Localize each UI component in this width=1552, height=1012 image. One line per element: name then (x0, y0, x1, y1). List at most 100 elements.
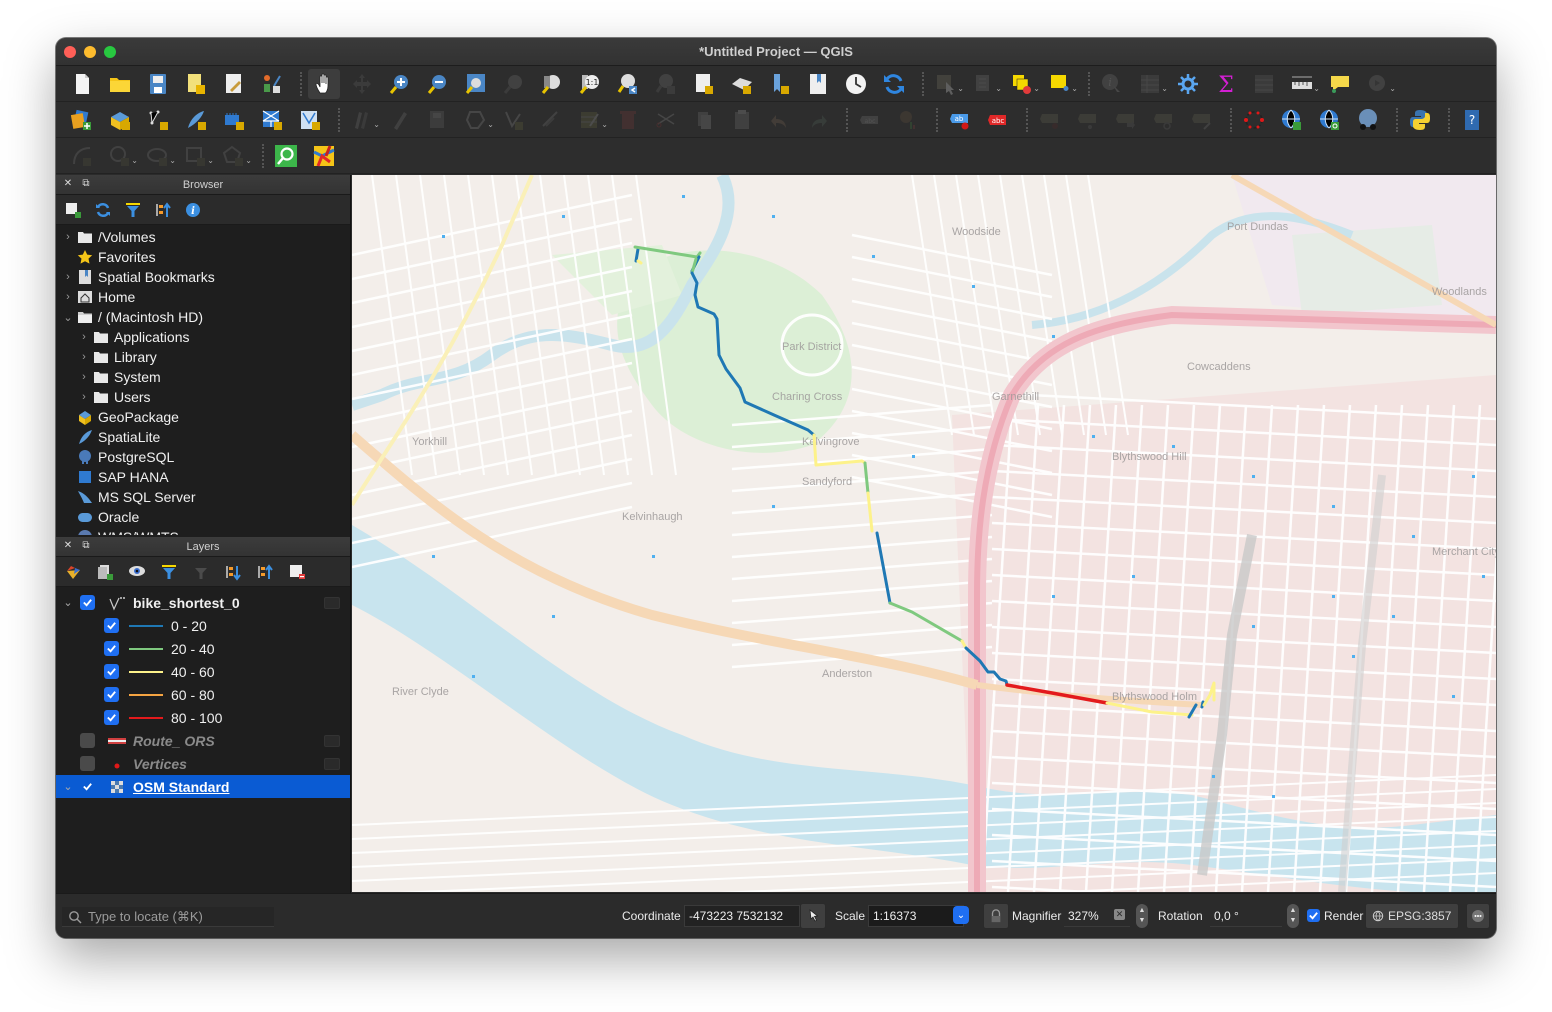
toggle-label-display-button[interactable]: abc (982, 105, 1014, 135)
delete-selected-button[interactable] (612, 105, 644, 135)
browser-item[interactable]: › /Volumes (56, 227, 350, 247)
locator-search-button[interactable] (270, 141, 302, 171)
new-geopackage-layer-button[interactable] (104, 105, 136, 135)
rotation-spinner[interactable]: ▲ ▼ (1287, 904, 1299, 928)
magnifier-spinner[interactable]: ▲ ▼ (1136, 904, 1148, 928)
zoom-out-button[interactable] (422, 69, 454, 99)
add-selected-layers-icon[interactable] (62, 199, 84, 221)
deselect-features-button[interactable]: ⌄ (1006, 69, 1040, 99)
chevron-right-icon[interactable]: › (76, 391, 92, 403)
map-svg[interactable]: Park District Kelvingrove Sandyford Anderst… (352, 175, 1496, 892)
layer-visibility-checkbox[interactable] (80, 779, 95, 794)
new-project-button[interactable] (66, 69, 98, 99)
clear-magnifier-icon[interactable]: ✕ (1114, 909, 1125, 920)
class-visibility-checkbox[interactable] (104, 687, 119, 702)
georeferencer-button[interactable] (1238, 105, 1270, 135)
paste-features-button[interactable] (726, 105, 758, 135)
filter-legend-icon[interactable] (158, 561, 180, 583)
locator-search-box[interactable]: Type to locate (⌘K) (62, 907, 274, 927)
layout-manager-button[interactable] (256, 69, 288, 99)
chevron-right-icon[interactable]: › (76, 331, 92, 343)
add-rectangle-button[interactable]: ⌄ (180, 141, 214, 171)
data-source-manager-button[interactable] (66, 105, 98, 135)
browser-item[interactable]: ⌄ / (Macintosh HD) (56, 307, 350, 327)
map-canvas[interactable]: Park District Kelvingrove Sandyford Anderst… (352, 175, 1496, 892)
toggle-editing-button[interactable] (384, 105, 416, 135)
close-panel-icon[interactable]: ✕ (62, 178, 74, 190)
class-visibility-checkbox[interactable] (104, 710, 119, 725)
browser-item[interactable]: › Library (56, 347, 350, 367)
statistical-summary-button[interactable]: Σ (1210, 69, 1242, 99)
show-bookmarks-button[interactable] (802, 69, 834, 99)
pan-to-selection-button[interactable] (346, 69, 378, 99)
undo-button[interactable] (764, 105, 796, 135)
new-map-view-button[interactable] (688, 69, 720, 99)
layer-row[interactable]: ⌄ OSM Standard (56, 775, 350, 798)
style-manager-button[interactable] (218, 69, 250, 99)
add-group-icon[interactable] (94, 561, 116, 583)
chevron-right-icon[interactable]: › (76, 351, 92, 363)
rotation-field[interactable]: 0,0 ° (1210, 905, 1282, 927)
new-virtual-layer-button[interactable] (256, 105, 288, 135)
collapse-all-icon[interactable] (254, 561, 276, 583)
diagram-options-button[interactable] (892, 105, 924, 135)
manage-visibility-icon[interactable] (126, 561, 148, 583)
browser-item[interactable]: › System (56, 367, 350, 387)
plugin-map-button[interactable] (308, 141, 340, 171)
multi-edit-button[interactable]: ⌄ (574, 105, 608, 135)
expand-all-icon[interactable] (222, 561, 244, 583)
browser-item[interactable]: PostgreSQL (56, 447, 350, 467)
rotate-label-button[interactable] (1148, 105, 1180, 135)
temporal-controller-button[interactable] (840, 69, 872, 99)
layer-visibility-checkbox[interactable] (80, 733, 95, 748)
processing-toolbox-button[interactable] (1172, 69, 1204, 99)
collapse-all-icon[interactable] (152, 199, 174, 221)
actions-button[interactable]: ⌄ (1362, 69, 1396, 99)
zoom-next-button[interactable] (650, 69, 682, 99)
refresh-icon[interactable] (92, 199, 114, 221)
filter-icon[interactable] (122, 199, 144, 221)
map-tips-button[interactable] (1324, 69, 1356, 99)
float-panel-icon[interactable]: ⧉ (80, 178, 92, 190)
class-visibility-checkbox[interactable] (104, 618, 119, 633)
add-polygon-button[interactable]: ⌄ (460, 105, 494, 135)
browser-item[interactable]: › Home (56, 287, 350, 307)
layer-visibility-checkbox[interactable] (80, 595, 95, 610)
browser-item[interactable]: SpatiaLite (56, 427, 350, 447)
scale-dropdown-button[interactable]: ⌄ (953, 906, 969, 924)
digitize-curve-button[interactable] (66, 141, 98, 171)
legend-class-row[interactable]: 20 - 40 (56, 637, 350, 660)
attribute-table-button[interactable]: ⌄ (1134, 69, 1168, 99)
select-features-button[interactable]: ⌄ (930, 69, 964, 99)
current-edits-button[interactable]: ⌄ (346, 105, 380, 135)
change-label-button[interactable] (1186, 105, 1218, 135)
metasearch-button[interactable] (1314, 105, 1346, 135)
layer-visibility-checkbox[interactable] (80, 756, 95, 771)
new-shapefile-layer-button[interactable] (142, 105, 174, 135)
chevron-right-icon[interactable]: › (76, 371, 92, 383)
properties-info-icon[interactable]: i (182, 199, 204, 221)
copy-features-button[interactable] (688, 105, 720, 135)
maximize-window-button[interactable] (104, 46, 116, 58)
close-window-button[interactable] (64, 46, 76, 58)
identify-features-button[interactable]: i (1096, 69, 1128, 99)
new-mesh-layer-button[interactable] (294, 105, 326, 135)
add-circle-button[interactable]: ⌄ (104, 141, 138, 171)
vertex-tool-button[interactable] (498, 105, 530, 135)
legend-class-row[interactable]: 0 - 20 (56, 614, 350, 637)
browse-web-button[interactable] (1352, 105, 1384, 135)
minimize-window-button[interactable] (84, 46, 96, 58)
remove-layer-icon[interactable] (286, 561, 308, 583)
python-console-button[interactable] (1404, 105, 1436, 135)
new-3d-map-view-button[interactable] (726, 69, 758, 99)
new-spatialite-layer-button[interactable] (180, 105, 212, 135)
show-hide-labels-button[interactable] (1072, 105, 1104, 135)
browser-item[interactable]: Favorites (56, 247, 350, 267)
highlight-pinned-labels-button[interactable]: ab (944, 105, 976, 135)
browser-item[interactable]: MS SQL Server (56, 487, 350, 507)
pin-labels-button[interactable] (1034, 105, 1066, 135)
crs-button[interactable]: EPSG:3857 (1365, 903, 1459, 929)
select-by-location-button[interactable]: ⌄ (1044, 69, 1078, 99)
class-visibility-checkbox[interactable] (104, 641, 119, 656)
help-button[interactable]: ? (1456, 105, 1488, 135)
